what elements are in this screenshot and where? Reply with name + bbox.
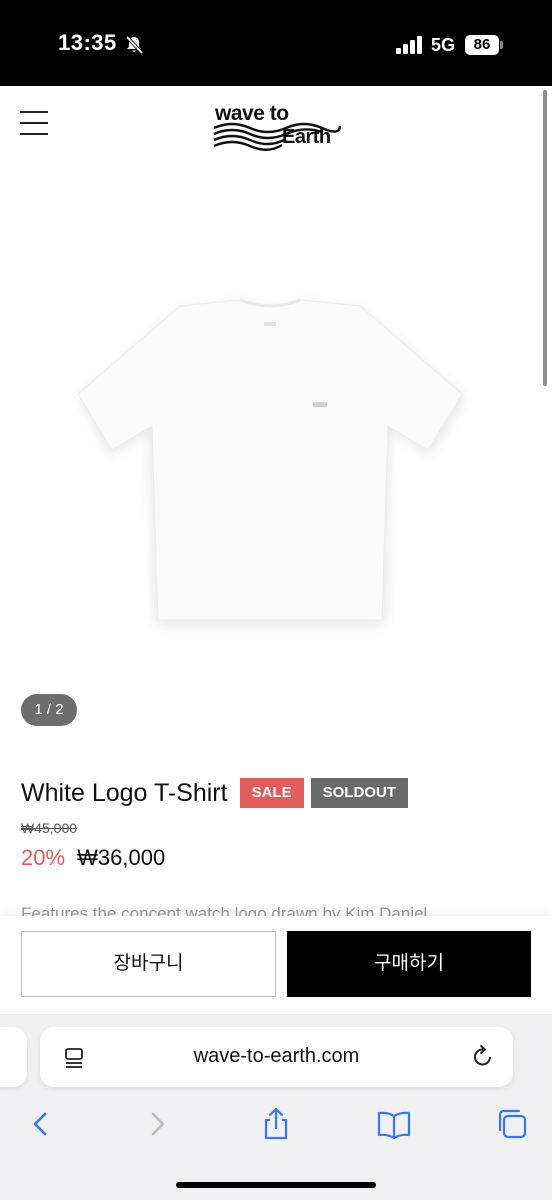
sale-badge: SALE: [239, 778, 304, 808]
url-text[interactable]: wave-to-earth.com: [40, 1045, 513, 1068]
logo-text-top: wave to: [215, 102, 289, 125]
product-image[interactable]: [60, 280, 480, 650]
status-bar: 13:35 5G 86: [0, 0, 552, 86]
product-title-row: White Logo T-Shirt SALE SOLDOUT: [21, 776, 415, 810]
safari-toolbar: [0, 1102, 552, 1146]
network-type: 5G: [431, 35, 456, 55]
brand-logo[interactable]: wave to Earth: [212, 100, 342, 154]
browser-toolbar-area: wave-to-earth.com: [0, 1014, 552, 1200]
tabs-icon[interactable]: [494, 1106, 530, 1142]
signal-icon: [396, 36, 422, 54]
sale-price: ₩36,000: [77, 845, 166, 870]
product-title: White Logo T-Shirt: [21, 778, 228, 807]
reload-icon[interactable]: [470, 1044, 496, 1070]
previous-tab-preview[interactable]: [0, 1027, 27, 1087]
bookmarks-icon[interactable]: [376, 1106, 412, 1142]
battery-tip: [500, 41, 503, 49]
status-time: 13:35: [58, 30, 117, 55]
soldout-badge: SOLDOUT: [310, 778, 408, 808]
hamburger-icon-line: [20, 122, 48, 124]
chest-logo: [313, 402, 327, 407]
price-row: 20% ₩36,000: [21, 845, 165, 871]
logo-text-bottom: Earth: [282, 126, 331, 148]
home-indicator[interactable]: [176, 1182, 376, 1188]
gallery-pager: 1 / 2: [21, 694, 77, 726]
page-scrollbar[interactable]: [543, 90, 547, 386]
add-to-cart-button[interactable]: 장바구니: [21, 931, 276, 997]
bell-slash-icon: [125, 35, 144, 55]
battery-level: 86: [465, 35, 499, 55]
hamburger-icon: [20, 111, 48, 113]
buy-now-button[interactable]: 구매하기: [287, 931, 531, 997]
discount-percent: 20%: [21, 845, 66, 870]
hamburger-icon-line: [20, 133, 48, 135]
back-icon[interactable]: [22, 1106, 58, 1142]
address-bar[interactable]: wave-to-earth.com: [40, 1027, 513, 1087]
purchase-action-bar: 장바구니 구매하기: [0, 916, 552, 1014]
share-icon[interactable]: [258, 1106, 294, 1142]
forward-icon[interactable]: [140, 1106, 176, 1142]
original-price: ₩45,000: [21, 820, 78, 836]
menu-button[interactable]: [20, 111, 50, 139]
